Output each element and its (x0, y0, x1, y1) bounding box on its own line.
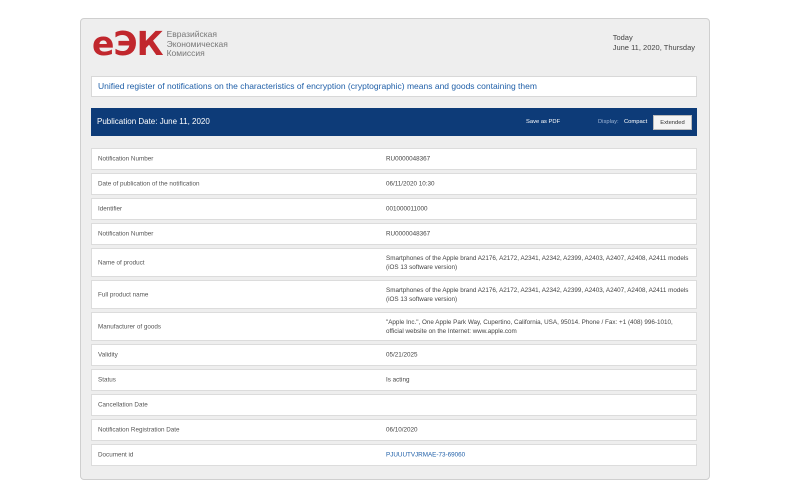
detail-row-validity: Validity 05/21/2025 (91, 344, 697, 366)
row-label: Status (98, 376, 116, 384)
publication-bar: Publication Date: June 11, 2020 Save as … (91, 108, 697, 136)
detail-row-notification-number: Notification Number RU0000048367 (91, 148, 697, 170)
detail-row-publication-date: Date of publication of the notification … (91, 173, 697, 195)
row-value: 001000011000 (386, 205, 428, 213)
row-label: Identifier (98, 205, 123, 213)
today-block: Today June 11, 2020, Thursday (613, 33, 695, 53)
compact-view-button[interactable]: Compact (618, 115, 653, 130)
detail-row-product-name: Name of product Smartphones of the Apple… (91, 248, 697, 277)
today-date: June 11, 2020, Thursday (612, 43, 695, 52)
row-value: 06/11/2020 10:30 (386, 180, 435, 188)
row-value: 05/21/2025 (386, 351, 418, 359)
row-label: Notification Number (98, 155, 154, 163)
row-label: Validity (98, 351, 118, 359)
detail-row-registration-date: Notification Registration Date 06/10/202… (91, 419, 697, 441)
row-label: Notification Registration Date (98, 426, 180, 434)
detail-row-identifier: Identifier 001000011000 (91, 198, 697, 220)
row-value: Is acting (386, 376, 410, 384)
row-value: RU0000048367 (386, 230, 431, 238)
display-label: Display: (598, 119, 619, 125)
detail-row-status: Status Is acting (91, 369, 697, 391)
row-value: RU0000048367 (386, 155, 431, 163)
row-label: Date of publication of the notification (98, 180, 200, 188)
row-value: Smartphones of the Apple brand A2176, A2… (386, 254, 689, 271)
detail-row-document-id: Document id PJUUUTVJRMAE-73-69060 (91, 444, 697, 466)
page-container: еЭК Евразийская Экономическая Комиссия T… (80, 18, 710, 480)
extended-view-button[interactable]: Extended (653, 115, 692, 130)
register-title: Unified register of notifications on the… (91, 76, 697, 97)
detail-row-notification-number-2: Notification Number RU0000048367 (91, 223, 697, 245)
row-label: Full product name (98, 291, 149, 298)
row-label: Name of product (98, 259, 145, 266)
logo-text: Евразийская Экономическая Комиссия (166, 29, 228, 59)
publication-date: Publication Date: June 11, 2020 (97, 117, 210, 126)
row-value: Smartphones of the Apple brand A2176, A2… (386, 286, 689, 303)
document-id-link[interactable]: PJUUUTVJRMAE-73-69060 (386, 451, 691, 460)
row-label: Cancellation Date (98, 401, 148, 409)
row-label: Notification Number (98, 230, 154, 238)
logo-text-line-3: Комиссия (166, 48, 205, 58)
row-label: Manufacturer of goods (98, 323, 162, 330)
display-toggle: Compact Extended (618, 115, 692, 130)
today-label: Today (612, 33, 633, 42)
logo-mark: еЭК (92, 24, 164, 63)
save-as-pdf-button[interactable]: Save as PDF (526, 108, 560, 136)
row-value: "Apple Inc.", One Apple Park Way, Cupert… (386, 318, 673, 335)
row-label: Document id (98, 451, 134, 459)
detail-row-manufacturer: Manufacturer of goods "Apple Inc.", One … (91, 312, 697, 341)
row-value: 06/10/2020 (386, 426, 418, 434)
detail-row-cancellation-date: Cancellation Date (91, 394, 697, 416)
notification-details: Notification Number RU0000048367 Date of… (91, 148, 697, 469)
eec-logo[interactable]: еЭК Евразийская Экономическая Комиссия (92, 26, 228, 62)
detail-row-full-product-name: Full product name Smartphones of the App… (91, 280, 697, 309)
